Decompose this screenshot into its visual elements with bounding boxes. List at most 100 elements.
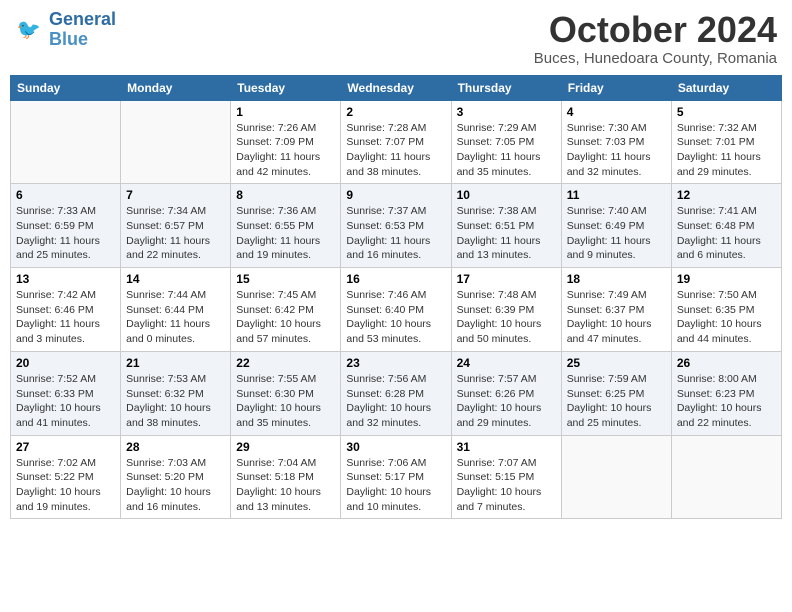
calendar-week-row: 27 Sunrise: 7:02 AMSunset: 5:22 PMDayligh… [11,435,782,519]
day-info: Sunrise: 7:49 AMSunset: 6:37 PMDaylight:… [567,288,666,347]
day-number: 24 [457,356,556,370]
day-number: 8 [236,188,335,202]
day-number: 5 [677,105,776,119]
day-info: Sunrise: 7:52 AMSunset: 6:33 PMDaylight:… [16,372,115,431]
calendar-cell: 4Sunrise: 7:30 AMSunset: 7:03 PMDaylight… [561,100,671,184]
day-number: 19 [677,272,776,286]
calendar-cell: 24Sunrise: 7:57 AMSunset: 6:26 PMDayligh… [451,351,561,435]
day-info: Sunrise: 7:30 AMSunset: 7:03 PMDaylight:… [567,121,666,180]
calendar-cell: 29 Sunrise: 7:04 AMSunset: 5:18 PMDayligh… [231,435,341,519]
day-info: Sunrise: 7:53 AMSunset: 6:32 PMDaylight:… [126,372,225,431]
day-info: Sunrise: 7:28 AMSunset: 7:07 PMDaylight:… [346,121,445,180]
calendar-week-row: 6 Sunrise: 7:33 AMSunset: 6:59 PMDaylight… [11,184,782,268]
calendar-cell: 30 Sunrise: 7:06 AMSunset: 5:17 PMDayligh… [341,435,451,519]
weekday-header-row: SundayMondayTuesdayWednesdayThursdayFrid… [11,75,782,100]
day-info: Sunrise: 7:42 AMSunset: 6:46 PMDaylight:… [16,288,115,347]
calendar-cell: 28Sunrise: 7:03 AMSunset: 5:20 PMDayligh… [121,435,231,519]
day-info: Sunrise: 7:04 AMSunset: 5:18 PMDaylight:… [236,456,335,515]
day-number: 27 [16,440,115,454]
day-number: 14 [126,272,225,286]
day-number: 12 [677,188,776,202]
day-info: Sunrise: 7:40 AMSunset: 6:49 PMDaylight:… [567,204,666,263]
weekday-header: Tuesday [231,75,341,100]
logo: 🐦 General Blue [15,10,116,50]
day-number: 3 [457,105,556,119]
calendar-cell [11,100,121,184]
weekday-header: Friday [561,75,671,100]
calendar-cell: 15 Sunrise: 7:45 AMSunset: 6:42 PMDayligh… [231,268,341,352]
day-number: 31 [457,440,556,454]
day-info: Sunrise: 7:46 AMSunset: 6:40 PMDaylight:… [346,288,445,347]
weekday-header: Sunday [11,75,121,100]
day-number: 16 [346,272,445,286]
calendar-cell: 31 Sunrise: 7:07 AMSunset: 5:15 PMDayligh… [451,435,561,519]
calendar-cell: 9Sunrise: 7:37 AMSunset: 6:53 PMDaylight… [341,184,451,268]
day-info: Sunrise: 7:45 AMSunset: 6:42 PMDaylight:… [236,288,335,347]
weekday-header: Saturday [671,75,781,100]
calendar-cell: 27 Sunrise: 7:02 AMSunset: 5:22 PMDayligh… [11,435,121,519]
day-info: Sunrise: 7:33 AMSunset: 6:59 PMDaylight:… [16,204,115,263]
page-header: 🐦 General Blue October 2024 Buces, Huned… [10,10,782,67]
calendar-cell: 2 Sunrise: 7:28 AMSunset: 7:07 PMDaylight… [341,100,451,184]
day-info: Sunrise: 7:32 AMSunset: 7:01 PMDaylight:… [677,121,776,180]
calendar-cell: 22 Sunrise: 7:55 AMSunset: 6:30 PMDayligh… [231,351,341,435]
day-info: Sunrise: 7:44 AMSunset: 6:44 PMDaylight:… [126,288,225,347]
day-number: 26 [677,356,776,370]
day-number: 23 [346,356,445,370]
logo-icon: 🐦 [15,15,45,45]
calendar-week-row: 13 Sunrise: 7:42 AMSunset: 6:46 PMDayligh… [11,268,782,352]
day-number: 30 [346,440,445,454]
day-info: Sunrise: 7:03 AMSunset: 5:20 PMDaylight:… [126,456,225,515]
day-info: Sunrise: 7:06 AMSunset: 5:17 PMDaylight:… [346,456,445,515]
day-number: 6 [16,188,115,202]
day-number: 13 [16,272,115,286]
calendar-cell: 13 Sunrise: 7:42 AMSunset: 6:46 PMDayligh… [11,268,121,352]
day-number: 25 [567,356,666,370]
title-block: October 2024 Buces, Hunedoara County, Ro… [534,10,777,67]
month-title: October 2024 [534,10,777,50]
calendar-cell: 5 Sunrise: 7:32 AMSunset: 7:01 PMDaylight… [671,100,781,184]
calendar-cell: 3Sunrise: 7:29 AMSunset: 7:05 PMDaylight… [451,100,561,184]
day-info: Sunrise: 7:02 AMSunset: 5:22 PMDaylight:… [16,456,115,515]
calendar-cell: 10 Sunrise: 7:38 AMSunset: 6:51 PMDayligh… [451,184,561,268]
day-info: Sunrise: 7:07 AMSunset: 5:15 PMDaylight:… [457,456,556,515]
day-number: 2 [346,105,445,119]
day-info: Sunrise: 7:41 AMSunset: 6:48 PMDaylight:… [677,204,776,263]
day-number: 18 [567,272,666,286]
day-number: 22 [236,356,335,370]
calendar-header: SundayMondayTuesdayWednesdayThursdayFrid… [11,75,782,100]
day-number: 29 [236,440,335,454]
day-info: Sunrise: 8:00 AMSunset: 6:23 PMDaylight:… [677,372,776,431]
day-info: Sunrise: 7:38 AMSunset: 6:51 PMDaylight:… [457,204,556,263]
day-info: Sunrise: 7:37 AMSunset: 6:53 PMDaylight:… [346,204,445,263]
logo-text: General Blue [49,10,116,50]
calendar-cell: 17Sunrise: 7:48 AMSunset: 6:39 PMDayligh… [451,268,561,352]
calendar-cell: 14 Sunrise: 7:44 AMSunset: 6:44 PMDayligh… [121,268,231,352]
weekday-header: Monday [121,75,231,100]
calendar-cell: 7 Sunrise: 7:34 AMSunset: 6:57 PMDaylight… [121,184,231,268]
day-number: 15 [236,272,335,286]
day-info: Sunrise: 7:26 AMSunset: 7:09 PMDaylight:… [236,121,335,180]
day-number: 21 [126,356,225,370]
svg-text:🐦: 🐦 [17,19,41,41]
location-title: Buces, Hunedoara County, Romania [534,50,777,67]
day-info: Sunrise: 7:34 AMSunset: 6:57 PMDaylight:… [126,204,225,263]
calendar-cell [561,435,671,519]
day-number: 7 [126,188,225,202]
calendar-cell: 11Sunrise: 7:40 AMSunset: 6:49 PMDayligh… [561,184,671,268]
day-info: Sunrise: 7:50 AMSunset: 6:35 PMDaylight:… [677,288,776,347]
calendar-cell: 20 Sunrise: 7:52 AMSunset: 6:33 PMDayligh… [11,351,121,435]
calendar-cell: 6 Sunrise: 7:33 AMSunset: 6:59 PMDaylight… [11,184,121,268]
day-number: 20 [16,356,115,370]
calendar-body: 1Sunrise: 7:26 AMSunset: 7:09 PMDaylight… [11,100,782,519]
calendar-cell: 21 Sunrise: 7:53 AMSunset: 6:32 PMDayligh… [121,351,231,435]
calendar-cell: 26 Sunrise: 8:00 AMSunset: 6:23 PMDayligh… [671,351,781,435]
day-info: Sunrise: 7:59 AMSunset: 6:25 PMDaylight:… [567,372,666,431]
calendar-cell: 8Sunrise: 7:36 AMSunset: 6:55 PMDaylight… [231,184,341,268]
day-number: 17 [457,272,556,286]
day-number: 10 [457,188,556,202]
calendar-cell: 16 Sunrise: 7:46 AMSunset: 6:40 PMDayligh… [341,268,451,352]
day-info: Sunrise: 7:55 AMSunset: 6:30 PMDaylight:… [236,372,335,431]
weekday-header: Wednesday [341,75,451,100]
calendar-table: SundayMondayTuesdayWednesdayThursdayFrid… [10,75,782,520]
